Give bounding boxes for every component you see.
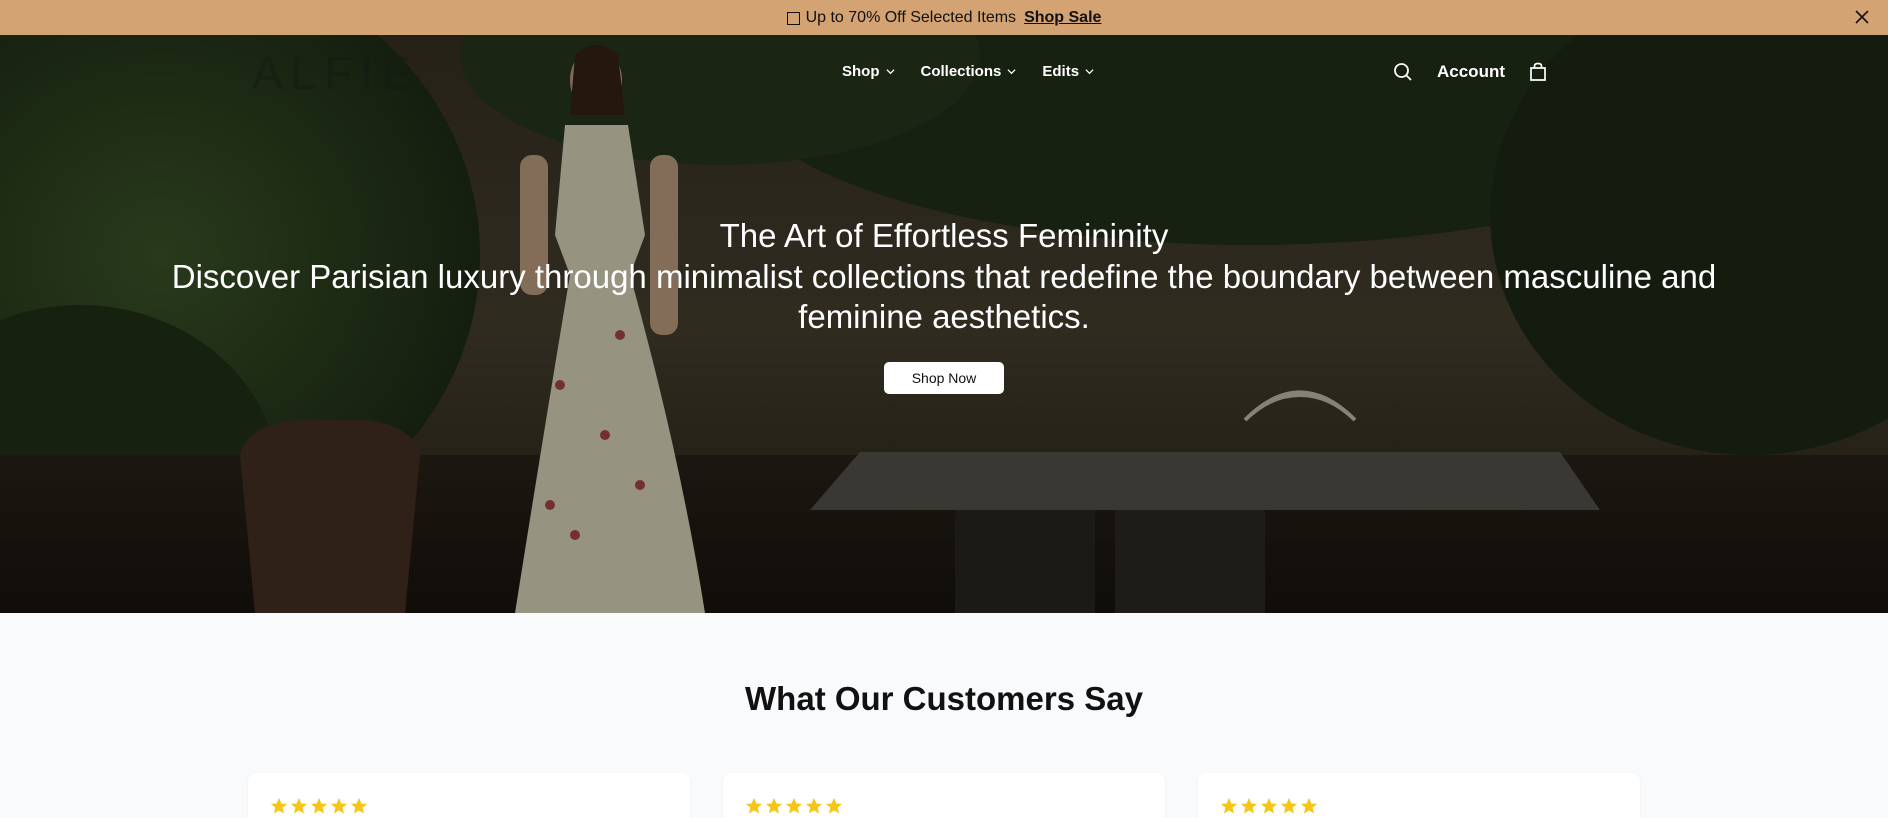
star-icon xyxy=(825,797,843,814)
star-icon xyxy=(270,797,288,814)
hero-title: The Art of Effortless Femininity xyxy=(719,217,1169,254)
account-link[interactable]: Account xyxy=(1437,62,1505,82)
search-icon[interactable] xyxy=(1393,62,1413,82)
star-icon xyxy=(785,797,803,814)
star-rating xyxy=(270,797,368,815)
announcement-bar: Up to 70% Off Selected Items Shop Sale xyxy=(0,0,1888,35)
chevron-down-icon xyxy=(1085,69,1094,75)
star-icon xyxy=(1260,797,1278,814)
shop-now-button[interactable]: Shop Now xyxy=(884,362,1004,394)
star-icon xyxy=(1300,797,1318,814)
star-icon xyxy=(745,797,763,814)
star-icon xyxy=(1240,797,1258,814)
star-icon xyxy=(1220,797,1238,814)
testimonial-card xyxy=(1198,773,1640,818)
hero-subtitle: Discover Parisian luxury through minimal… xyxy=(171,258,1717,335)
star-icon xyxy=(350,797,368,814)
star-icon xyxy=(330,797,348,814)
gift-icon xyxy=(786,12,800,25)
star-icon xyxy=(310,797,328,814)
nav-collections-label: Collections xyxy=(920,63,1002,80)
chevron-down-icon xyxy=(1007,69,1016,75)
close-icon[interactable] xyxy=(1852,7,1872,27)
testimonials-title: What Our Customers Say xyxy=(745,680,1143,717)
star-icon xyxy=(765,797,783,814)
announcement-text: Up to 70% Off Selected Items xyxy=(805,8,1017,26)
chevron-down-icon xyxy=(885,69,895,75)
brand-logo[interactable]: ALFIE xyxy=(252,49,542,95)
nav-shop[interactable]: Shop xyxy=(842,63,895,80)
nav-edits-label: Edits xyxy=(1042,63,1080,80)
main-nav: Shop Collections Edits xyxy=(842,63,1120,80)
star-icon xyxy=(805,797,823,814)
shop-sale-link[interactable]: Shop Sale xyxy=(1024,9,1101,27)
star-rating xyxy=(745,797,843,815)
star-rating xyxy=(1220,797,1318,815)
testimonial-card xyxy=(723,773,1165,818)
svg-text:ALFIE: ALFIE xyxy=(252,49,420,95)
header-actions: Account xyxy=(1393,62,1547,82)
nav-collections[interactable]: Collections xyxy=(921,63,1017,80)
nav-shop-label: Shop xyxy=(842,63,880,80)
star-icon xyxy=(290,797,308,814)
hero-text: The Art of Effortless Femininity Discove… xyxy=(0,215,1888,337)
bag-icon[interactable] xyxy=(1529,62,1547,82)
star-icon xyxy=(1280,797,1298,814)
testimonial-card xyxy=(248,773,690,818)
nav-edits[interactable]: Edits xyxy=(1042,63,1094,80)
